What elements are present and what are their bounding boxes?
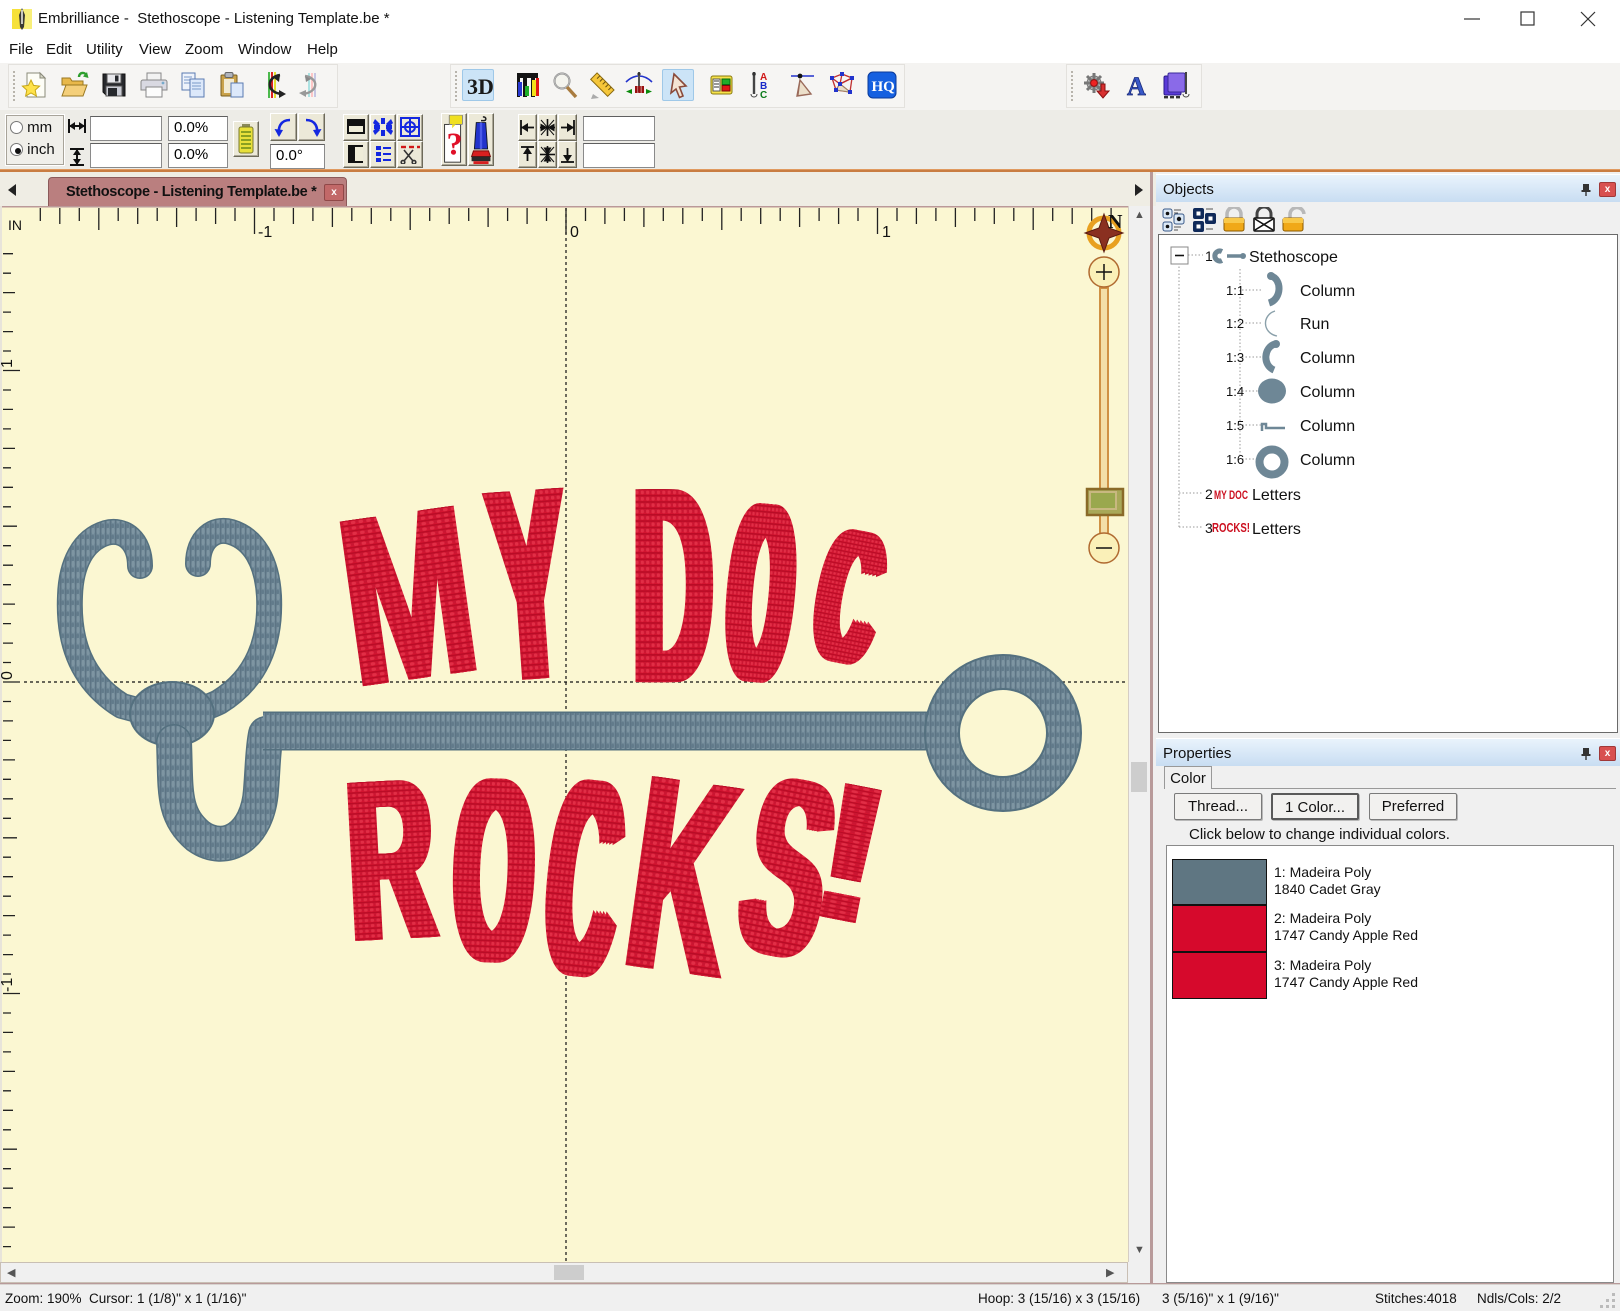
svg-text:MY DOC: MY DOC	[1214, 488, 1248, 502]
svg-text:1:6: 1:6	[1226, 452, 1244, 467]
svg-text:1:2: 1:2	[1226, 316, 1244, 331]
svg-text:O: O	[457, 724, 544, 1017]
svg-text:Column: Column	[1300, 418, 1355, 435]
svg-text:C: C	[760, 90, 767, 100]
svg-text:D: D	[640, 429, 718, 742]
svg-text:Letters: Letters	[1252, 487, 1301, 504]
svg-text:N: N	[1108, 211, 1123, 233]
svg-text:IN: IN	[8, 217, 22, 233]
svg-text:-1: -1	[0, 978, 16, 992]
svg-text:Stethoscope: Stethoscope	[1249, 249, 1338, 266]
svg-text:Run: Run	[1300, 316, 1329, 333]
svg-text:Column: Column	[1300, 283, 1355, 300]
svg-text:?: ?	[446, 126, 462, 162]
svg-text:Column: Column	[1300, 384, 1355, 401]
svg-text:1: 1	[0, 359, 16, 368]
svg-text:1: 1	[1205, 248, 1213, 264]
svg-text:1:5: 1:5	[1226, 418, 1244, 433]
svg-text:0: 0	[570, 224, 579, 241]
svg-text:2: 2	[1205, 486, 1213, 502]
svg-text:0: 0	[0, 671, 16, 680]
svg-text:R: R	[347, 728, 446, 990]
svg-text:Column: Column	[1300, 452, 1355, 469]
svg-text:-1: -1	[258, 224, 272, 241]
svg-text:3D: 3D	[467, 74, 494, 99]
svg-text:HQ: HQ	[872, 79, 896, 95]
svg-text:1:3: 1:3	[1226, 350, 1244, 365]
svg-text:1:1: 1:1	[1226, 283, 1244, 298]
svg-text:1: 1	[882, 224, 891, 241]
svg-text:ROCKS!: ROCKS!	[1212, 520, 1250, 535]
svg-text:Column: Column	[1300, 350, 1355, 367]
svg-text:A: A	[1127, 72, 1146, 100]
svg-text:Letters: Letters	[1252, 521, 1301, 538]
svg-text:1:4: 1:4	[1226, 384, 1244, 399]
